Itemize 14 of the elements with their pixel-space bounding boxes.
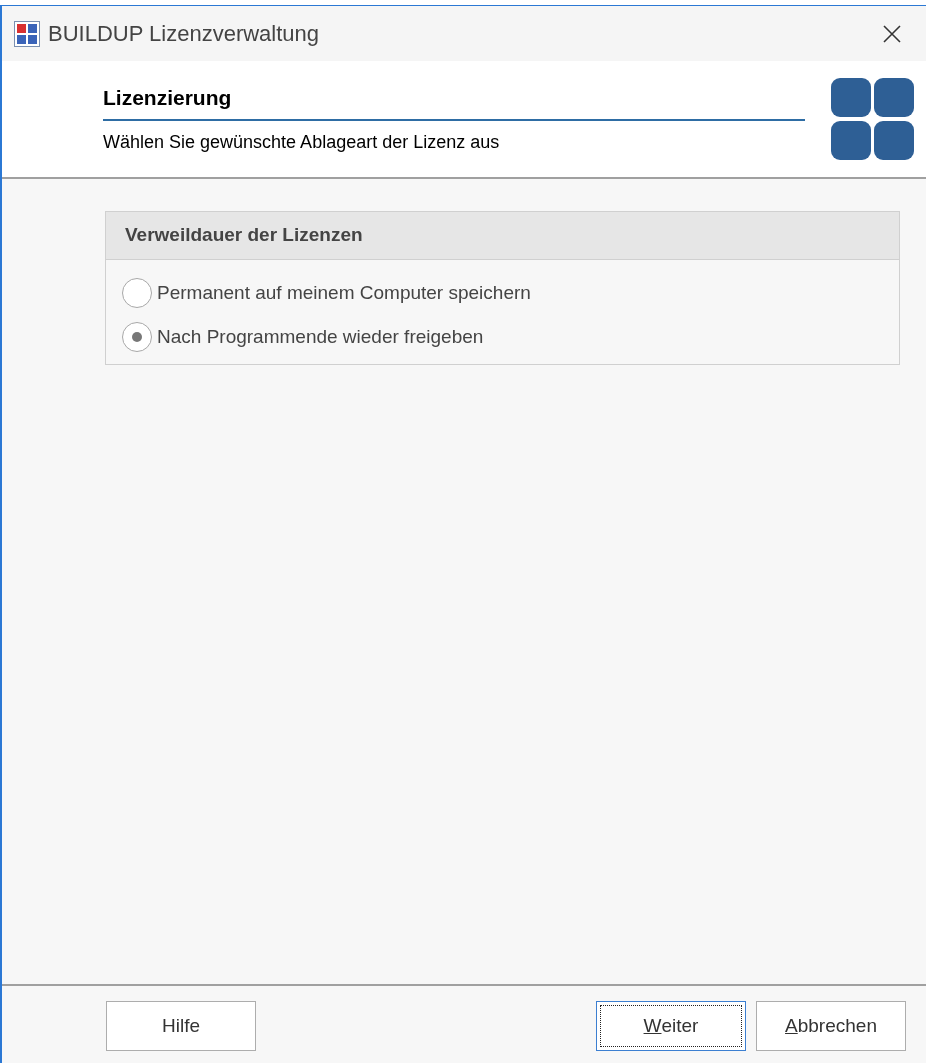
close-icon[interactable] — [882, 23, 902, 44]
window-title: BUILDUP Lizenzverwaltung — [48, 20, 320, 48]
app-icon — [14, 20, 40, 47]
dialog-button[interactable]: Hilfe — [106, 1001, 256, 1051]
header-subtitle: Wählen Sie gewünschte Ablageart der Lizenz aus — [103, 131, 501, 155]
dialog-button[interactable]: Abbrechen — [756, 1001, 906, 1051]
logo-icon — [831, 78, 914, 160]
radio-button[interactable] — [122, 322, 152, 352]
radio-label: Nach Programmende wieder freigeben — [157, 324, 484, 349]
dialog-button[interactable]: Weiter — [596, 1001, 746, 1051]
radio-label: Permanent auf meinem Computer speichern — [157, 280, 531, 305]
radio-button[interactable] — [122, 278, 152, 308]
group-title: Verweildauer der Lizenzen — [106, 212, 899, 260]
header-title: Lizenzierung — [103, 81, 805, 122]
